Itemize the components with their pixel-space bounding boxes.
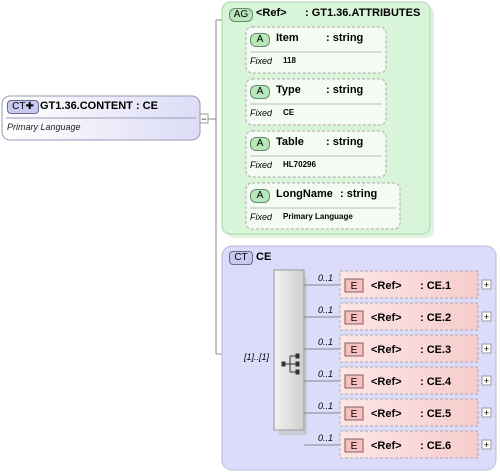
element-name: : CE.5 [420,408,451,420]
element-ref: <Ref> [371,376,402,388]
element-badge-text: E [351,281,358,292]
attribute-type: : string [326,32,364,44]
collapse-icon: − [201,114,206,124]
element-ref: <Ref> [371,312,402,324]
attribute-name: Type [276,84,301,96]
element-badge-text: E [351,409,358,420]
attribute-name: Table [276,136,304,148]
element-name: : CE.3 [420,344,451,356]
element-name: : CE.2 [420,312,451,324]
attribute-badge: A [250,137,270,151]
attribute-name: LongName [276,188,333,200]
schema-diagram: E <Ref> : CE.1 0..1 + E <Ref> : CE.2 0..1 + E <Ref>… [1,1,497,471]
element-multiplicity: 0..1 [318,305,333,315]
attribute-name: Item [276,32,299,44]
element-badge-text: E [351,345,358,356]
element-name: : CE.6 [420,440,451,452]
expand-icon: + [484,440,489,450]
ce-type-name: CE [256,251,272,263]
element-multiplicity: 0..1 [318,337,333,347]
fixed-label: Fixed [250,108,273,118]
element-ref: <Ref> [371,408,402,420]
expand-icon: + [484,280,489,290]
attribute-group-badge: AG [229,8,253,22]
element-name: : CE.1 [420,280,451,292]
element-ref: <Ref> [371,344,402,356]
fixed-label: Fixed [250,212,273,222]
fixed-value: Primary Language [283,212,353,221]
element-multiplicity: 0..1 [318,369,333,379]
expand-icon: + [484,408,489,418]
sequence-multiplicity: [1]..[1] [244,352,270,362]
fixed-label: Fixed [250,56,273,66]
expand-icon: + [484,376,489,386]
fixed-value: CE [283,108,295,117]
element-ref: <Ref> [371,440,402,452]
attribute-type: : string [326,136,364,148]
root-annotation: Primary Language [7,122,81,132]
element-badge-text: E [351,441,358,452]
element-multiplicity: 0..1 [318,433,333,443]
attribute-badge: A [250,33,270,47]
attribute-badge: A [250,85,270,99]
fixed-value: 118 [283,56,296,65]
fixed-label: Fixed [250,160,273,170]
element-multiplicity: 0..1 [318,401,333,411]
attribute-badge: A [250,189,270,203]
expand-icon: + [484,312,489,322]
element-badge-text: E [351,313,358,324]
ct-badge-text: CT [12,101,26,112]
complex-type-badge: CT✚ [7,100,39,114]
attribute-group-ref: <Ref> [256,7,287,19]
element-ref: <Ref> [371,280,402,292]
sequence-compositor[interactable] [273,269,307,435]
ct-plus-icon: ✚ [25,101,34,112]
element-multiplicity: 0..1 [318,273,333,283]
fixed-value: HL70296 [283,160,316,169]
attribute-type: : string [340,188,378,200]
root-title: GT1.36.CONTENT : CE [40,100,158,112]
element-badge-text: E [351,377,358,388]
attribute-type: : string [326,84,364,96]
element-name: : CE.4 [420,376,452,388]
attribute-group-name: : GT1.36.ATTRIBUTES [305,7,421,19]
ce-type-badge: CT [229,251,253,265]
expand-icon: + [484,344,489,354]
